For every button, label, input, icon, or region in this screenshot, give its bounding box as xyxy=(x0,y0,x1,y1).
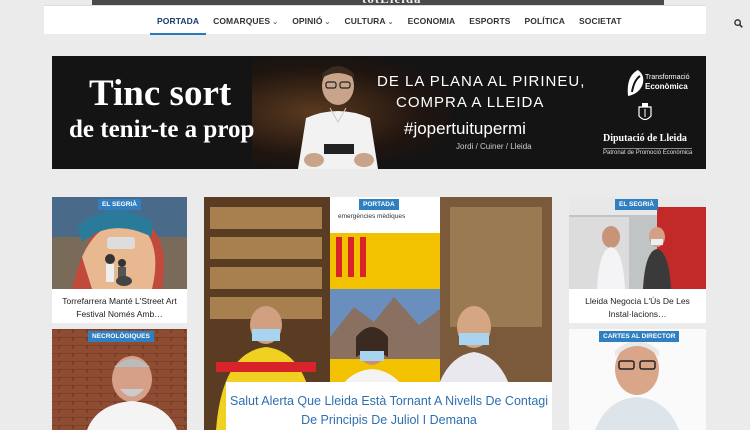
category-tag[interactable]: NECROLÒGIQUES xyxy=(88,331,154,342)
nav-item-label: PORTADA xyxy=(157,16,200,26)
article-thumbnail xyxy=(52,329,187,430)
article-card-lleida-negocia[interactable]: EL SEGRIÀ Lleida Negocia L'Ús De Les Ins… xyxy=(569,197,706,323)
banner-subheadline: de tenir-te a prop xyxy=(69,116,255,143)
banner-headline: Tinc sort xyxy=(89,73,232,114)
article-thumbnail xyxy=(52,197,187,289)
banner-signature: Jordi / Cuiner / Lleida xyxy=(456,142,532,151)
nav-item-label: SOCIETAT xyxy=(579,16,622,26)
nav-item-label: COMARQUES xyxy=(213,16,271,26)
banner-hashtag: #jopertuitupermi xyxy=(404,119,526,138)
article-title[interactable]: Torrefarrera Manté L'Street Art Festival… xyxy=(56,295,183,321)
diputacio-logo-subtitle: Patronat de Promoció Econòmica xyxy=(603,148,693,156)
article-thumbnail xyxy=(569,329,706,430)
chevron-down-icon: ⌄ xyxy=(387,19,394,26)
article-card-torrefarrera[interactable]: EL SEGRIÀ Torrefarrera Manté L'Street Ar… xyxy=(52,197,187,323)
category-tag[interactable]: EL SEGRIÀ xyxy=(98,199,141,210)
banner-slogan-line1: DE LA PLANA AL PIRINEU, xyxy=(377,73,586,90)
nav-item-política[interactable]: POLÍTICA xyxy=(518,6,572,35)
nav-item-label: CULTURA xyxy=(344,16,386,26)
article-title[interactable]: Lleida Negocia L'Ús De Les Instal·lacion… xyxy=(573,295,702,321)
diputacio-logo-title: Diputació de Lleida xyxy=(603,133,687,144)
nav-item-label: OPINIÓ xyxy=(292,16,323,26)
article-thumbnail xyxy=(569,197,706,289)
article-card-cartes-director[interactable]: CARTES AL DIRECTOR xyxy=(569,329,706,430)
nav-item-opinió[interactable]: OPINIÓ ⌄ xyxy=(285,6,337,35)
nav-item-comarques[interactable]: COMARQUES ⌄ xyxy=(206,6,285,35)
featured-article-title[interactable]: Salut Alerta Que Lleida Està Tornant A N… xyxy=(226,382,552,430)
nav-item-label: ECONOMIA xyxy=(407,16,456,26)
category-tag[interactable]: CARTES AL DIRECTOR xyxy=(599,331,680,342)
nav-item-economia[interactable]: ECONOMIA xyxy=(401,6,463,35)
nav-item-esports[interactable]: ESPORTS xyxy=(462,6,517,35)
chevron-down-icon: ⌄ xyxy=(324,19,331,26)
search-icon[interactable] xyxy=(734,19,743,28)
advertisement-banner[interactable]: Tinc sort de tenir-te a prop DE LA PLANA… xyxy=(52,56,706,169)
nav-item-cultura[interactable]: CULTURA ⌄ xyxy=(338,6,401,35)
banner-slogan-line2: COMPRA A LLEIDA xyxy=(396,94,545,111)
category-tag[interactable]: PORTADA xyxy=(359,199,399,210)
category-tag[interactable]: EL SEGRIÀ xyxy=(615,199,658,210)
nav-item-portada[interactable]: PORTADA xyxy=(150,6,207,35)
main-navigation: PORTADA COMARQUES ⌄ OPINIÓ ⌄ CULTURA ⌄ ECONOMIA… xyxy=(44,5,743,35)
nav-item-societat[interactable]: SOCIETAT xyxy=(572,6,629,35)
top-header: totLleida PORTADACOMARQUES⌄OPINIÓ⌄CULTUR… xyxy=(0,0,750,35)
chevron-down-icon: ⌄ xyxy=(272,19,279,26)
nav-item-label: ESPORTS xyxy=(469,16,511,26)
diputacio-crest-icon xyxy=(638,103,652,121)
article-card-necrologiques[interactable]: NECROLÒGIQUES xyxy=(52,329,187,430)
transformacio-logo-text: Transformació Econòmica xyxy=(645,74,690,91)
nav-menu: PORTADA COMARQUES ⌄ OPINIÓ ⌄ CULTURA ⌄ ECONOMIA… xyxy=(150,6,629,35)
image-sign-text: emergències mèdiques xyxy=(338,213,406,220)
nav-item-label: POLÍTICA xyxy=(524,16,565,26)
